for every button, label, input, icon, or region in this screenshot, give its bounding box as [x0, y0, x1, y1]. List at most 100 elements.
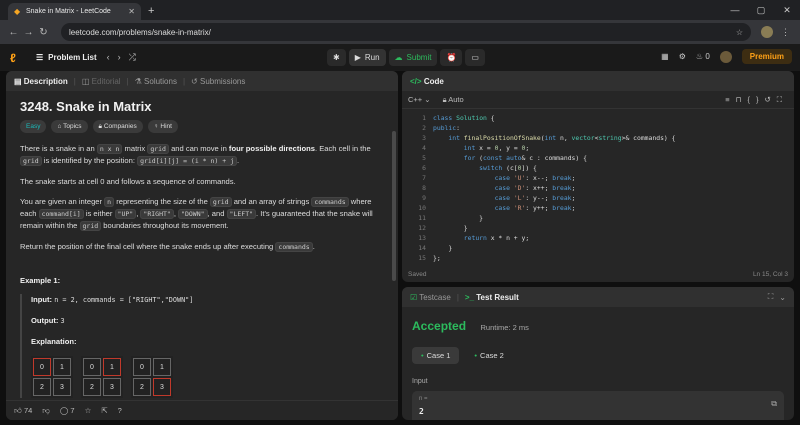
code-title: Code — [423, 76, 444, 86]
grid-cell: 3 — [53, 378, 71, 396]
problem-list-button[interactable]: ☰ Problem List — [36, 53, 97, 62]
language-label: C++ — [408, 95, 423, 104]
case-2-tab[interactable]: • Case 2 — [465, 347, 512, 364]
paragraph-1: There is a snake in an n x n matrix grid… — [20, 144, 371, 166]
streak-counter[interactable]: ♨ 0 — [696, 52, 710, 61]
bulb-icon: ♀ — [153, 123, 159, 130]
favorite-star-icon[interactable]: ☆ — [85, 406, 92, 415]
checkbox-icon: ☑ — [410, 292, 418, 302]
close-tab-icon[interactable]: ✕ — [128, 7, 135, 16]
url-text: leetcode.com/problems/snake-in-matrix/ — [69, 27, 211, 37]
prev-next-shuffle-icons[interactable]: ‹›⤮ — [107, 52, 144, 63]
leetcode-logo-icon[interactable]: ℓ — [10, 51, 22, 65]
leetcode-navbar: ℓ ☰ Problem List ‹›⤮ ✱ ▶ Run ☁ Submit ⏰ ▭ … — [0, 44, 800, 71]
close-window-icon[interactable]: ✕ — [774, 0, 800, 20]
timer-button[interactable]: ⏰ — [440, 49, 463, 66]
case-1-tab[interactable]: • Case 1 — [412, 347, 460, 364]
hint-tag[interactable]: ♀ Hint — [147, 120, 178, 133]
case-label: Case 2 — [480, 351, 504, 360]
tab-label: Submissions — [199, 76, 246, 86]
run-label: Run — [364, 53, 380, 62]
result-panel: ☑ Testcase | >_ Test Result ⛶ ⌄ Accepted… — [402, 287, 794, 420]
companies-tag[interactable]: 🔒︎ Companies — [92, 120, 143, 133]
code-editor[interactable]: 1 2 3 4 5 6 7 8 9 10 11 12 13 14 15 class Solution { p… — [402, 109, 794, 262]
tag-label: Companies — [103, 123, 137, 130]
comment-count: 7 — [70, 406, 75, 415]
problem-title: 3248. Snake in Matrix — [20, 99, 152, 114]
editor-action-icons[interactable]: ≡⊓{}↺⛶ — [725, 95, 788, 105]
input-var-name: n = — [419, 396, 428, 402]
bookmark-star-icon[interactable]: ☆ — [736, 28, 743, 37]
case-tabs: • Case 1 • Case 2 — [412, 347, 784, 364]
profile-avatar[interactable] — [761, 26, 773, 38]
lock-icon: 🔒︎ — [98, 123, 102, 130]
topics-tag[interactable]: ⌂ Topics — [51, 120, 88, 133]
premium-button[interactable]: Premium — [741, 49, 792, 64]
debug-button[interactable]: ✱ — [327, 49, 346, 66]
code-tab[interactable]: </> Code — [410, 77, 444, 86]
list-icon: ☰ — [36, 53, 44, 62]
play-icon: ▶ — [354, 53, 361, 62]
comment-icon: ◯ — [59, 406, 69, 415]
language-select[interactable]: C++ ⌄ — [408, 95, 431, 104]
result-tabs: ☑ Testcase | >_ Test Result ⛶ ⌄ — [402, 287, 794, 307]
minimize-icon[interactable]: — — [722, 0, 748, 20]
tab-test-result[interactable]: >_ Test Result — [465, 293, 519, 302]
example-output: Output: 3 — [31, 316, 65, 325]
grid-cell: 2 — [133, 378, 151, 396]
tab-solutions[interactable]: ⚗ Solutions — [135, 77, 177, 86]
expand-icon[interactable]: ⛶ — [768, 292, 774, 302]
collapse-chevron-icon[interactable]: ⌄ — [779, 293, 786, 302]
nav-right: ▦ ⚙ ♨ 0 Premium — [661, 49, 792, 64]
reload-icon[interactable]: ↻ — [36, 27, 51, 38]
line-numbers: 1 2 3 4 5 6 7 8 9 10 11 12 13 14 15 — [418, 114, 426, 262]
tab-submissions[interactable]: ↺ Submissions — [191, 77, 245, 86]
grid-cell: 0 — [33, 358, 51, 376]
new-tab-icon[interactable]: + — [148, 5, 154, 17]
settings-gear-icon[interactable]: ⚙ — [679, 52, 686, 61]
comments-button[interactable]: ◯ 7 — [60, 406, 75, 415]
grid-cell: 0 — [83, 358, 101, 376]
code-panel: </> Code C++ ⌄ 🔒︎ Auto ≡⊓{}↺⛶ 1234567891… — [402, 71, 794, 282]
back-icon[interactable]: ← — [6, 27, 21, 38]
browser-tab[interactable]: ◆ Snake in Matrix - LeetCode ✕ — [8, 3, 141, 20]
run-button[interactable]: ▶ Run — [348, 49, 386, 66]
auto-mode[interactable]: 🔒︎ Auto — [443, 95, 464, 105]
tab-editorial[interactable]: ◫ Editorial — [82, 77, 121, 86]
problem-tags: Easy ⌂ Topics 🔒︎ Companies ♀ Hint — [20, 120, 384, 133]
description-panel: ▤ Description | ◫ Editorial | ⚗ Solution… — [6, 71, 398, 420]
copy-icon[interactable]: ⧉ — [771, 399, 777, 409]
user-avatar[interactable] — [719, 50, 732, 63]
grid-cell: 0 — [133, 358, 151, 376]
tab-description[interactable]: ▤ Description — [14, 77, 68, 86]
notes-button[interactable]: ▭ — [465, 49, 485, 66]
maximize-icon[interactable]: ▢ — [748, 0, 774, 20]
address-bar-row: ← → ↻ leetcode.com/problems/snake-in-mat… — [0, 20, 800, 44]
code-brackets-icon: </> — [410, 76, 422, 86]
cloud-upload-icon: ☁ — [394, 53, 403, 62]
share-icon[interactable]: ⇱ — [101, 406, 107, 415]
grid-step-3: 0 1 2 3 — [131, 356, 173, 398]
description-scrollbar[interactable] — [392, 131, 396, 281]
url-field[interactable]: leetcode.com/problems/snake-in-matrix/ ☆ — [61, 23, 751, 41]
tab-title: Snake in Matrix - LeetCode — [26, 8, 111, 15]
submit-button[interactable]: ☁ Submit — [388, 49, 438, 66]
help-icon[interactable]: ? — [118, 406, 122, 415]
note-icon: ▭ — [471, 53, 479, 62]
forward-icon[interactable]: → — [21, 27, 36, 38]
leetcode-favicon-icon: ◆ — [14, 7, 21, 16]
accepted-status: Accepted — [412, 319, 467, 333]
browser-menu-icon[interactable]: ⋮ — [781, 27, 790, 38]
dislike-button[interactable]: 👎︎ — [42, 406, 50, 416]
like-button[interactable]: 👍︎ 74 — [14, 406, 32, 416]
saved-status: Saved — [408, 270, 427, 278]
paragraph-3: You are given an integer n representing … — [20, 197, 373, 231]
input-var-value: 2 — [419, 407, 424, 416]
explanation-grids: 0 1 2 3 0 1 2 3 0 1 2 3 — [31, 356, 384, 398]
layout-icon[interactable]: ▦ — [661, 52, 669, 61]
grid-cell: 1 — [53, 358, 71, 376]
example-title: Example 1: — [20, 276, 61, 285]
example-input: Input: n = 2, commands = ["RIGHT","DOWN"… — [31, 295, 194, 304]
grid-cell: 1 — [103, 358, 121, 376]
tab-testcase[interactable]: ☑ Testcase — [410, 293, 451, 302]
